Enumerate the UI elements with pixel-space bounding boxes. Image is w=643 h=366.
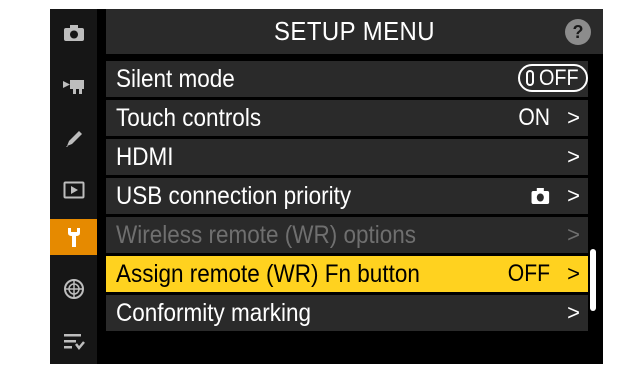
- sidebar-item-playback[interactable]: [50, 172, 97, 208]
- menu-item-hdmi[interactable]: HDMI >: [106, 139, 588, 178]
- page-title: SETUP MENU: [274, 16, 435, 46]
- camera-icon: [63, 25, 84, 41]
- chevron-right-icon: >: [567, 183, 580, 208]
- menu-item-silent-mode[interactable]: Silent mode OFF: [106, 61, 588, 100]
- sidebar-item-my-menu[interactable]: [50, 323, 97, 359]
- menu-item-value: OFF: [507, 260, 550, 287]
- setup-menu-list: Silent mode OFF Touch controls ON > HDMI…: [106, 61, 588, 334]
- menu-item-label: HDMI: [116, 143, 174, 171]
- menu-title-bar: SETUP MENU ?: [106, 9, 603, 54]
- help-button[interactable]: ?: [565, 19, 591, 45]
- menu-sidebar: [50, 9, 97, 364]
- silent-mode-toggle[interactable]: OFF: [518, 64, 588, 92]
- sidebar-item-setup[interactable]: [50, 219, 97, 255]
- pencil-icon: [65, 131, 82, 147]
- chevron-right-icon: >: [567, 222, 580, 247]
- camera-icon: [531, 187, 550, 205]
- menu-item-assign-remote-fn-button[interactable]: Assign remote (WR) Fn button OFF >: [106, 256, 588, 295]
- sidebar-item-photo-shooting[interactable]: [50, 15, 97, 51]
- menu-item-label: USB connection priority: [116, 182, 352, 210]
- menu-item-label: Wireless remote (WR) options: [116, 221, 417, 249]
- playback-icon: [63, 181, 84, 199]
- sidebar-item-network[interactable]: [50, 271, 97, 307]
- menu-item-label: Assign remote (WR) Fn button: [116, 260, 420, 288]
- chevron-right-icon: >: [567, 144, 580, 169]
- network-icon: [63, 279, 84, 299]
- scrollbar-thumb[interactable]: [590, 249, 596, 311]
- menu-item-wireless-remote-options[interactable]: Wireless remote (WR) options >: [106, 217, 588, 256]
- sidebar-item-movie-shooting[interactable]: [50, 67, 97, 103]
- help-icon: ?: [572, 21, 584, 42]
- menu-item-label: Silent mode: [116, 65, 235, 93]
- menu-item-touch-controls[interactable]: Touch controls ON >: [106, 100, 588, 139]
- menu-item-label: Conformity marking: [116, 299, 312, 327]
- toggle-knob: [526, 70, 534, 86]
- sidebar-item-custom-settings[interactable]: [50, 121, 97, 157]
- menu-item-label: Touch controls: [116, 104, 262, 132]
- chevron-right-icon: >: [567, 105, 580, 130]
- camera-screen: SETUP MENU ? Silent mode OFF Touch contr…: [50, 9, 603, 364]
- menu-item-usb-connection-priority[interactable]: USB connection priority >: [106, 178, 588, 217]
- chevron-right-icon: >: [567, 300, 580, 325]
- my-menu-icon: [63, 334, 85, 351]
- movie-camera-icon: [62, 80, 84, 94]
- toggle-state: OFF: [539, 65, 579, 90]
- menu-item-value: ON: [518, 104, 550, 131]
- menu-item-conformity-marking[interactable]: Conformity marking >: [106, 295, 588, 334]
- wrench-icon: [67, 228, 80, 247]
- chevron-right-icon: >: [567, 261, 580, 286]
